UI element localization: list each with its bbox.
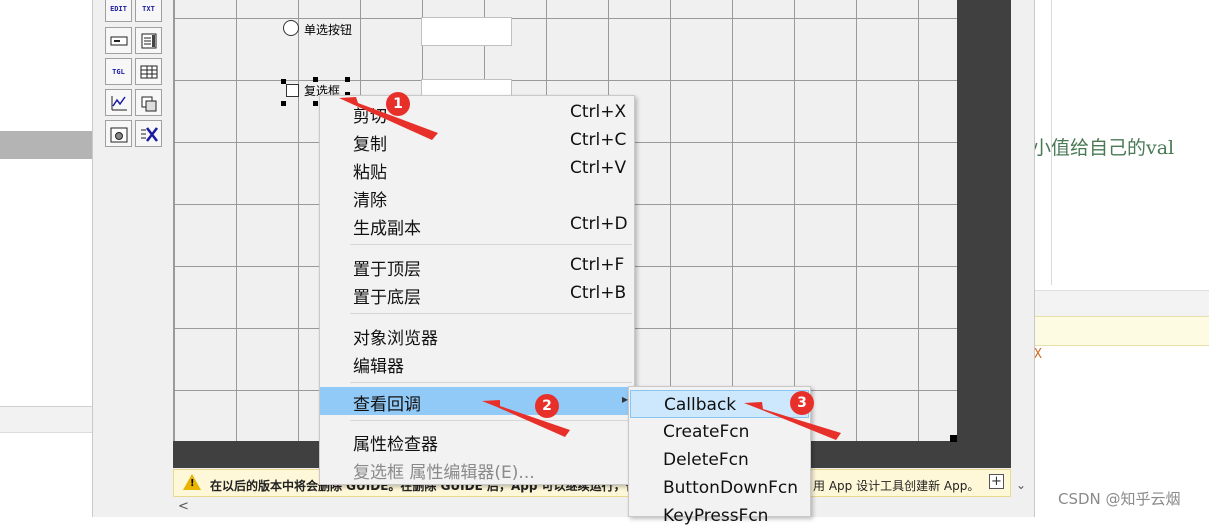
annotation-badge-3: 3 [790,391,814,415]
annotation-badge-2: 2 [535,394,559,418]
annotation-badge-1: 1 [386,92,410,116]
annotation-arrows [339,97,841,440]
